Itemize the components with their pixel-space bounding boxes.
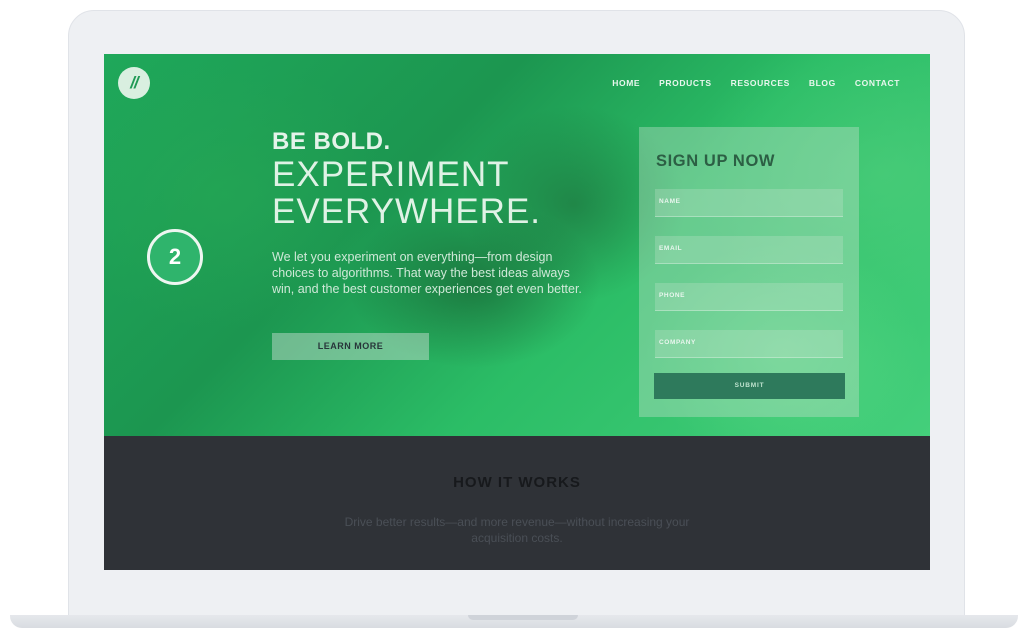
email-field-placeholder: EMAIL	[659, 245, 683, 252]
how-it-works-title: HOW IT WORKS	[453, 474, 581, 491]
nav-item-home[interactable]: HOME	[612, 78, 640, 88]
main-nav: HOME PRODUCTS RESOURCES BLOG CONTACT	[612, 78, 900, 88]
phone-field[interactable]: PHONE	[655, 283, 843, 311]
headline-line-2: EVERYWHERE.	[272, 192, 542, 231]
nav-item-blog[interactable]: BLOG	[809, 78, 836, 88]
headline-line-1: EXPERIMENT	[272, 155, 510, 194]
how-it-works-section: HOW IT WORKS Drive better results—and mo…	[104, 436, 930, 570]
name-field[interactable]: NAME	[655, 189, 843, 217]
company-field-placeholder: COMPANY	[659, 339, 696, 346]
hero-description: We let you experiment on everything—from…	[272, 250, 582, 296]
email-field[interactable]: EMAIL	[655, 236, 843, 264]
hero-section: // HOME PRODUCTS RESOURCES BLOG CONTACT …	[104, 54, 930, 436]
company-field[interactable]: COMPANY	[655, 330, 843, 358]
hero-headline: BE BOLD. EXPERIMENT EVERYWHERE.	[272, 128, 602, 230]
laptop-screen: // HOME PRODUCTS RESOURCES BLOG CONTACT …	[104, 54, 930, 570]
step-number-badge: 2	[147, 229, 203, 285]
learn-more-button[interactable]: LEARN MORE	[272, 333, 429, 360]
laptop-base	[10, 615, 1018, 628]
signup-form: SIGN UP NOW NAME EMAIL PHONE COMPANY SUB…	[639, 127, 859, 417]
headline-bold: BE BOLD.	[272, 128, 391, 155]
submit-button[interactable]: SUBMIT	[654, 373, 845, 399]
signup-title: SIGN UP NOW	[656, 152, 776, 170]
laptop-base-notch	[468, 615, 578, 620]
how-it-works-description: Drive better results—and more revenue—wi…	[344, 515, 690, 545]
site-logo[interactable]: //	[118, 67, 150, 99]
name-field-placeholder: NAME	[659, 198, 681, 205]
phone-field-placeholder: PHONE	[659, 292, 686, 299]
nav-item-resources[interactable]: RESOURCES	[731, 78, 790, 88]
nav-item-contact[interactable]: CONTACT	[855, 78, 900, 88]
nav-item-products[interactable]: PRODUCTS	[659, 78, 712, 88]
